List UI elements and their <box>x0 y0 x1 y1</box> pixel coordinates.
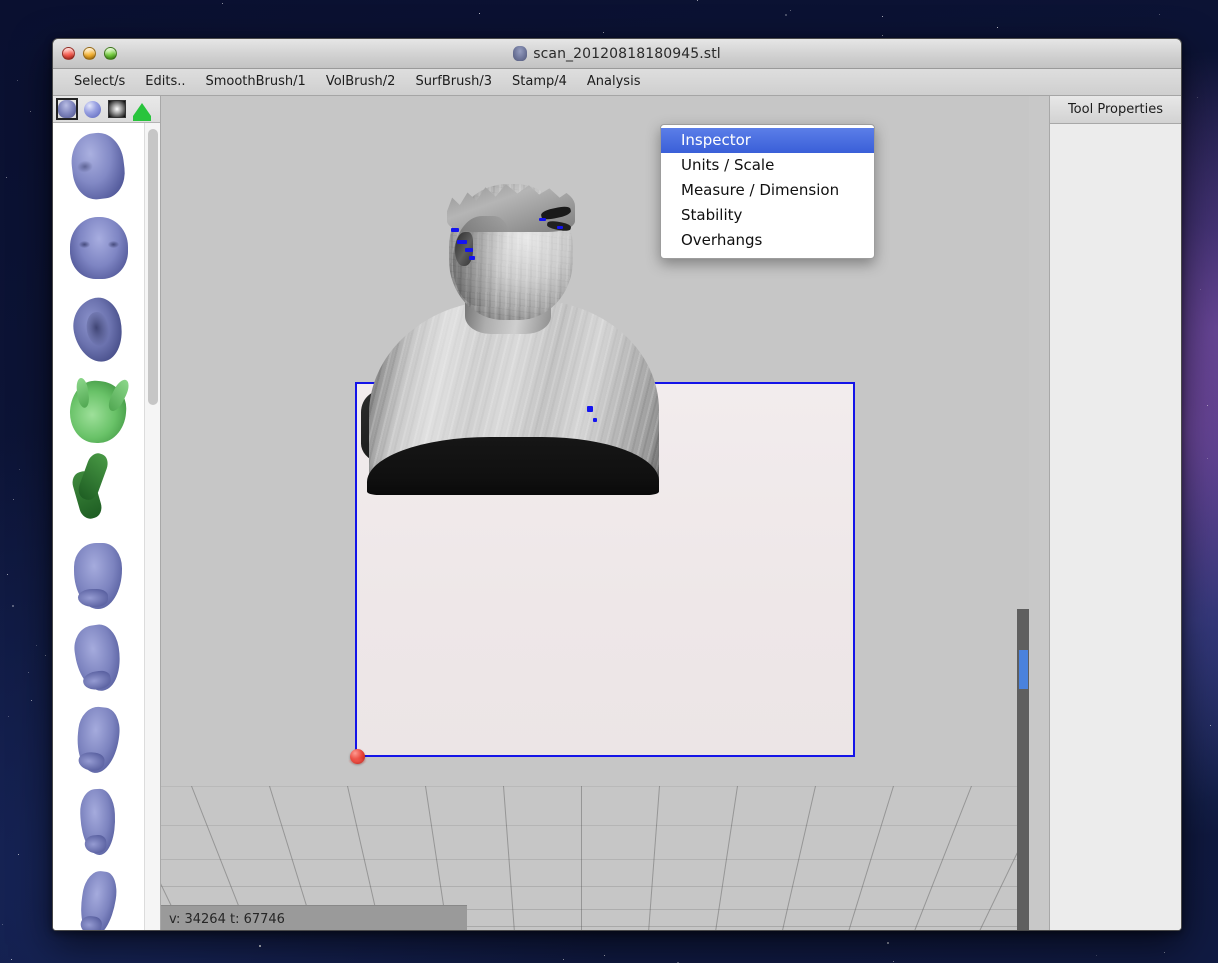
desktop-background: scan_20120818180945.stl Select/s Edits..… <box>0 0 1218 963</box>
tool-properties-title: Tool Properties <box>1067 102 1164 117</box>
tab-volbrush[interactable]: VolBrush/2 <box>317 71 405 93</box>
viewport-scrollbar-thumb[interactable] <box>1019 650 1028 689</box>
origin-sphere-red[interactable] <box>348 749 367 765</box>
toolbar: Select/s Edits.. SmoothBrush/1 VolBrush/… <box>53 69 1181 96</box>
error-marker <box>593 418 597 422</box>
mesh-document-icon <box>513 46 528 61</box>
error-marker <box>465 248 473 252</box>
analysis-dropdown-menu[interactable]: Inspector Units / Scale Measure / Dimens… <box>660 124 875 259</box>
preview-mode-bar <box>53 96 160 123</box>
thumb-ear[interactable] <box>60 293 138 369</box>
error-marker <box>557 226 563 229</box>
thumb-limb-c[interactable] <box>60 703 138 779</box>
mode-gradient-icon[interactable] <box>106 98 128 120</box>
tab-smoothbrush[interactable]: SmoothBrush/1 <box>196 71 314 93</box>
thumb-limb-b[interactable] <box>60 621 138 697</box>
menu-item-measure-dimension[interactable]: Measure / Dimension <box>661 178 874 203</box>
thumb-hand-check[interactable] <box>60 457 138 533</box>
mode-head-icon[interactable] <box>56 98 78 120</box>
menu-item-inspector[interactable]: Inspector <box>661 128 874 153</box>
thumb-head-threequarter[interactable] <box>60 129 138 205</box>
mode-sphere-icon[interactable] <box>81 98 103 120</box>
thumb-limb-d[interactable] <box>60 785 138 861</box>
tool-properties-header: Tool Properties <box>1050 96 1181 124</box>
tool-properties-panel: Tool Properties <box>1049 96 1181 930</box>
menu-item-units-scale[interactable]: Units / Scale <box>661 153 874 178</box>
thumb-limb-e[interactable] <box>60 867 138 930</box>
error-marker <box>587 406 593 412</box>
window-body: v: 34264 t: 67746 Tool Properties <box>53 96 1181 930</box>
error-marker <box>457 240 467 244</box>
menu-item-overhangs[interactable]: Overhangs <box>661 228 874 253</box>
thumbnail-column <box>53 123 144 930</box>
panel-gap <box>1029 96 1049 930</box>
scanned-bust-mesh[interactable] <box>361 182 671 495</box>
thumbnail-list[interactable] <box>53 123 160 930</box>
tab-stamp[interactable]: Stamp/4 <box>503 71 576 93</box>
thumb-hand-peace[interactable] <box>60 375 138 451</box>
thumb-face-front[interactable] <box>60 211 138 287</box>
sidebar-scrollbar-thumb[interactable] <box>148 129 158 405</box>
sidebar-scrollbar[interactable] <box>144 123 160 930</box>
tab-analysis[interactable]: Analysis <box>578 71 650 93</box>
mode-pentagon-icon[interactable] <box>131 98 153 121</box>
tab-edits[interactable]: Edits.. <box>136 71 194 93</box>
error-marker <box>539 218 546 221</box>
window-title-wrap: scan_20120818180945.stl <box>53 46 1181 62</box>
tab-surfbrush[interactable]: SurfBrush/3 <box>406 71 501 93</box>
tool-properties-body <box>1050 124 1181 930</box>
status-bar: v: 34264 t: 67746 <box>161 905 467 930</box>
window-title: scan_20120818180945.stl <box>533 45 721 62</box>
tab-selects[interactable]: Select/s <box>65 71 134 93</box>
application-window: scan_20120818180945.stl Select/s Edits..… <box>52 38 1182 931</box>
viewport-3d[interactable]: v: 34264 t: 67746 <box>161 96 1029 930</box>
viewport-scrollbar[interactable] <box>1017 609 1029 930</box>
mesh-stats-text: v: 34264 t: 67746 <box>169 911 285 927</box>
sidebar <box>53 96 161 930</box>
menu-item-stability[interactable]: Stability <box>661 203 874 228</box>
error-marker <box>451 228 459 232</box>
title-bar: scan_20120818180945.stl <box>53 39 1181 69</box>
error-marker <box>469 256 475 260</box>
thumb-limb-a[interactable] <box>60 539 138 615</box>
